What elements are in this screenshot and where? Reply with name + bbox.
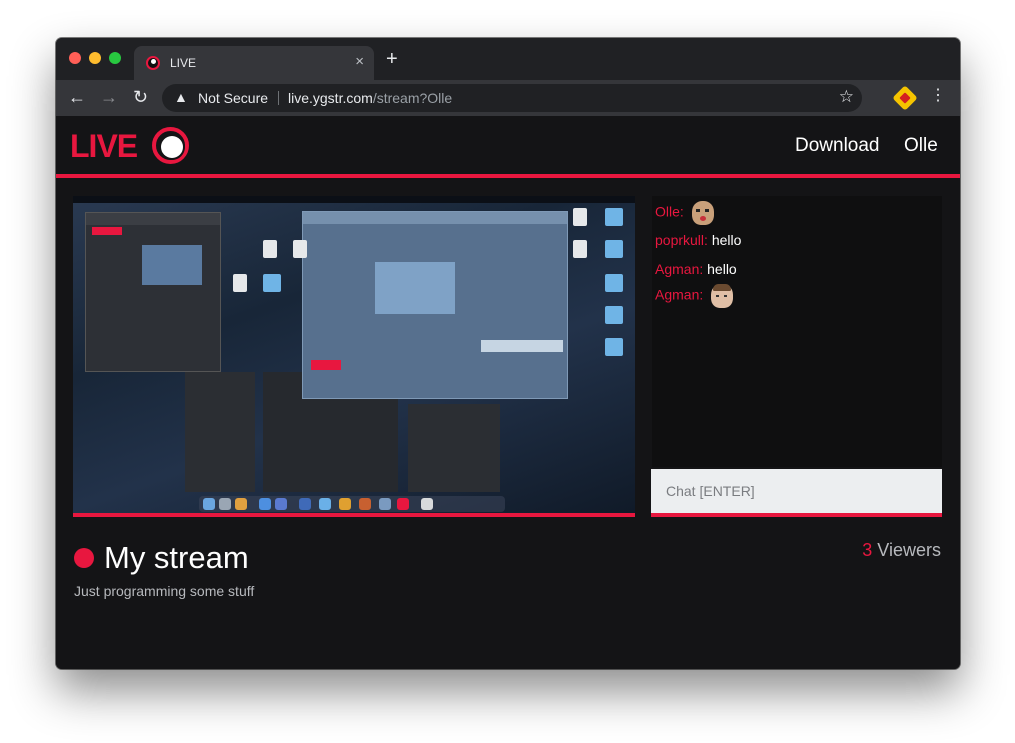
live-indicator-dot <box>74 548 94 568</box>
security-label[interactable]: Not Secure <box>198 90 268 106</box>
browser-window: LIVE × + ← → ↻ ▲ Not Secure live.ygstr.c… <box>56 38 960 669</box>
chat-message: Agman: <box>655 284 734 308</box>
video-doc-icon <box>233 274 247 292</box>
tab-bar: LIVE × + <box>56 38 960 80</box>
kebab-menu-icon[interactable]: ⋮ <box>930 87 946 105</box>
video-folder-icon <box>263 274 281 292</box>
chat-username[interactable]: Olle: <box>655 204 684 220</box>
omnibox-divider <box>278 91 279 105</box>
chat-text: hello <box>707 261 737 277</box>
address-bar[interactable]: ▲ Not Secure live.ygstr.com/stream?Olle … <box>162 84 862 112</box>
maximize-window-button[interactable] <box>109 52 121 64</box>
new-tab-button[interactable]: + <box>386 49 398 69</box>
viewer-count-label: Viewers <box>877 540 941 560</box>
back-arrow-icon[interactable]: ← <box>68 87 86 107</box>
video-folder-icon <box>605 338 623 356</box>
video-folder-icon <box>605 208 623 226</box>
download-link[interactable]: Download <box>795 135 880 157</box>
chat-input[interactable] <box>651 469 942 517</box>
forward-arrow-icon[interactable]: → <box>100 87 118 107</box>
video-desktop-menubar <box>73 196 635 203</box>
viewer-count-number: 3 <box>862 540 873 560</box>
chat-text: hello <box>711 232 742 248</box>
url-host: live.ygstr.com <box>288 90 373 106</box>
bookmark-star-icon[interactable]: ☆ <box>839 87 854 107</box>
stream-description: Just programming some stuff <box>74 583 255 599</box>
video-dock <box>199 496 505 512</box>
chat-username[interactable]: poprkull: <box>655 232 708 248</box>
url-path: /stream?Olle <box>372 90 453 106</box>
stream-title: My stream <box>104 540 249 575</box>
face-emote-icon <box>711 284 734 308</box>
logo-eye-icon[interactable] <box>152 127 189 164</box>
chat-message: Olle: <box>655 201 714 225</box>
tab-close-icon[interactable]: × <box>355 53 364 70</box>
reload-icon[interactable]: ↻ <box>133 87 148 107</box>
page-content: LIVE Download Olle Olle: poprkull: hello… <box>56 116 960 669</box>
viewer-count: 3 Viewers <box>862 540 941 561</box>
chat-username[interactable]: Agman: <box>655 287 703 303</box>
site-header: LIVE Download Olle <box>56 116 960 178</box>
url-text[interactable]: live.ygstr.com/stream?Olle <box>288 90 452 106</box>
browser-tab[interactable]: LIVE × <box>134 46 374 80</box>
extension-icon[interactable] <box>892 85 918 111</box>
chat-panel: Olle: poprkull: hello Agman: hello Agman… <box>652 196 942 467</box>
video-browser-window <box>302 211 568 399</box>
video-app-window <box>85 212 221 372</box>
browser-toolbar: ← → ↻ ▲ Not Secure live.ygstr.com/stream… <box>56 80 960 116</box>
chat-message: Agman: hello <box>655 261 737 277</box>
stream-video-player[interactable] <box>73 196 635 517</box>
video-doc-icon <box>573 208 587 226</box>
kappa-face-emote-icon <box>691 201 714 225</box>
tab-title: LIVE <box>170 56 197 70</box>
video-doc-icon <box>293 240 307 258</box>
video-doc-icon <box>573 240 587 258</box>
chat-message: poprkull: hello <box>655 232 741 248</box>
minimize-window-button[interactable] <box>89 52 101 64</box>
live-favicon-icon <box>146 56 160 70</box>
video-folder-icon <box>605 274 623 292</box>
video-folder-icon <box>605 240 623 258</box>
close-window-button[interactable] <box>69 52 81 64</box>
video-doc-icon <box>263 240 277 258</box>
chat-username[interactable]: Agman: <box>655 261 703 277</box>
logo-text[interactable]: LIVE <box>70 128 138 165</box>
video-folder-icon <box>605 306 623 324</box>
warning-icon[interactable]: ▲ <box>174 89 188 105</box>
user-link[interactable]: Olle <box>904 135 938 157</box>
